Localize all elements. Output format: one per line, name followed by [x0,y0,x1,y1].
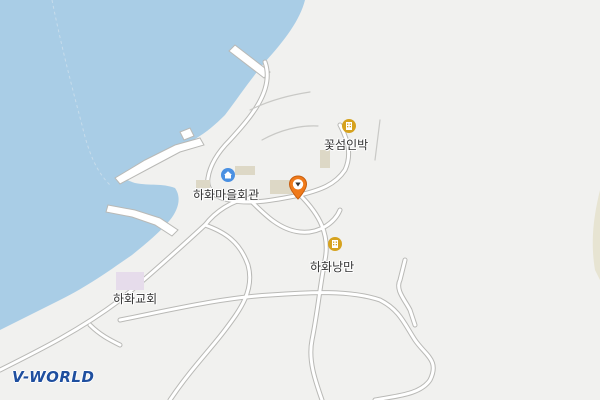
label-church[interactable]: 하화교회 [113,290,157,307]
building-glyph [346,122,352,130]
building-icon[interactable] [342,119,356,133]
map-canvas[interactable]: 하화마을회관 꽃섬인박 하화낭만 하화교회 V-WORLD [0,0,600,400]
building-icon[interactable] [328,237,342,251]
pin-shape [288,175,308,200]
building-glyph [332,240,338,248]
label-guesthouse[interactable]: 꽃섬인박 [324,136,368,153]
vworld-logo: V-WORLD [12,368,95,386]
label-nangman[interactable]: 하화낭만 [310,258,354,275]
home-icon[interactable] [221,168,235,182]
location-pin-icon[interactable] [288,175,308,206]
label-village-hall[interactable]: 하화마을회관 [193,186,259,203]
home-glyph [224,171,232,179]
